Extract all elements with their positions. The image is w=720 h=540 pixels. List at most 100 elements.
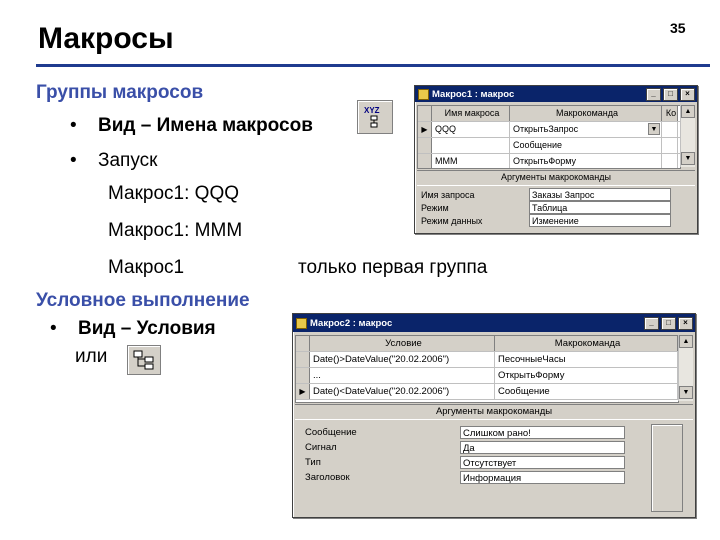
macro1-header-row: Имя макроса Макрокоманда Ко xyxy=(418,106,680,122)
bullet-view-names-text: Вид – Имена макросов xyxy=(98,115,313,136)
table-row[interactable]: ▶ Date()<DateValue("20.02.2006") Сообщен… xyxy=(296,384,678,400)
macro2-args-header: Аргументы макрокоманды xyxy=(295,404,693,420)
column-header-macro-name[interactable]: Имя макроса xyxy=(432,106,510,121)
macro-window-icon xyxy=(418,88,429,100)
row-selector xyxy=(296,336,310,351)
table-row[interactable]: ... ОткрытьФорму xyxy=(296,368,678,384)
table-row[interactable]: MMM ОткрытьФорму xyxy=(418,154,680,168)
arg-value-field[interactable]: Отсутствует xyxy=(460,456,625,469)
arg-label: Заголовок xyxy=(305,472,350,483)
row-selector xyxy=(418,106,432,121)
table-row[interactable]: Date()>DateValue("20.02.2006") ПесочныеЧ… xyxy=(296,352,678,368)
scroll-down-icon[interactable]: ▼ xyxy=(681,152,695,165)
arg-value-field[interactable]: Таблица xyxy=(529,201,671,214)
action-cell[interactable]: ОткрытьФорму xyxy=(495,368,678,383)
condition-cell[interactable]: ... xyxy=(310,368,495,383)
minimize-button[interactable]: _ xyxy=(644,317,659,330)
bullet-view-conditions: • Вид – Условия xyxy=(50,318,216,340)
comment-cell[interactable] xyxy=(662,122,678,137)
table-row[interactable]: ▶ QQQ ОткрытьЗапрос ▼ xyxy=(418,122,680,138)
arg-value-field[interactable]: Слишком рано! xyxy=(460,426,625,439)
bullet-dot: • xyxy=(70,150,77,171)
comment-cell[interactable] xyxy=(662,138,678,153)
action-cell[interactable]: Сообщение xyxy=(510,138,662,153)
column-header-action[interactable]: Макрокоманда xyxy=(510,106,662,121)
arg-row: Сигнал Да xyxy=(305,441,625,454)
macro-names-icon: XYZ xyxy=(357,100,393,134)
close-button[interactable]: × xyxy=(680,88,695,101)
condition-cell[interactable]: Date()<DateValue("20.02.2006") xyxy=(310,384,495,399)
title-rule xyxy=(36,64,710,67)
macro1-titlebar[interactable]: Макрос1 : макрос _ □ × xyxy=(415,86,697,102)
macro2-header-row: Условие Макрокоманда xyxy=(296,336,678,352)
help-panel xyxy=(651,424,683,512)
run-example-3-note: только первая группа xyxy=(298,257,488,278)
arg-row: Режим Таблица xyxy=(421,201,671,214)
row-selector-current-icon[interactable]: ▶ xyxy=(296,384,310,399)
arg-label: Режим xyxy=(421,202,449,213)
macro-name-cell[interactable]: MMM xyxy=(432,154,510,168)
macro1-args-header: Аргументы макрокоманды xyxy=(417,170,695,186)
run-example-3: Макрос1 xyxy=(108,257,185,278)
macro1-window: Макрос1 : макрос _ □ × Имя макроса Макро… xyxy=(414,85,698,234)
macro2-titlebar[interactable]: Макрос2 : макрос _ □ × xyxy=(293,314,695,332)
macro2-title: Макрос2 : макрос xyxy=(310,317,393,329)
bullet-dot: • xyxy=(50,318,57,339)
arg-row: Заголовок Информация xyxy=(305,471,625,484)
macro1-vertical-scrollbar[interactable]: ▲ ▼ xyxy=(680,105,695,167)
column-header-action[interactable]: Макрокоманда xyxy=(495,336,678,351)
column-header-condition[interactable]: Условие xyxy=(310,336,495,351)
row-selector-current-icon[interactable]: ▶ xyxy=(418,122,432,137)
action-cell[interactable]: Сообщение xyxy=(495,384,678,399)
dropdown-arrow-icon[interactable]: ▼ xyxy=(648,123,660,135)
arg-label: Тип xyxy=(305,457,321,468)
arg-label: Имя запроса xyxy=(421,189,475,200)
bullet-dot: • xyxy=(70,115,77,136)
macro2-vertical-scrollbar[interactable]: ▲ ▼ xyxy=(678,335,693,401)
scroll-down-icon[interactable]: ▼ xyxy=(679,386,693,399)
table-row[interactable]: Сообщение xyxy=(418,138,680,154)
arg-value-field[interactable]: Изменение xyxy=(529,214,671,227)
macro2-grid: Условие Макрокоманда Date()>DateValue("2… xyxy=(295,335,679,403)
arg-value-field[interactable]: Информация xyxy=(460,471,625,484)
macro2-window: Макрос2 : макрос _ □ × Условие Макрокома… xyxy=(292,313,696,518)
bullet-run: • Запуск xyxy=(70,150,157,172)
page-number: 35 xyxy=(670,20,686,36)
section-heading-conditional: Условное выполнение xyxy=(36,290,250,311)
or-text: или xyxy=(75,346,108,367)
arg-row: Сообщение Слишком рано! xyxy=(305,426,625,439)
macro-name-cell[interactable] xyxy=(432,138,510,153)
column-header-comment[interactable]: Ко xyxy=(662,106,678,121)
arg-label: Сигнал xyxy=(305,442,337,453)
minimize-button[interactable]: _ xyxy=(646,88,661,101)
section-heading-groups: Группы макросов xyxy=(36,82,204,103)
action-cell[interactable]: ОткрытьФорму xyxy=(510,154,662,168)
row-selector[interactable] xyxy=(418,138,432,153)
row-selector[interactable] xyxy=(418,154,432,168)
scroll-up-icon[interactable]: ▲ xyxy=(679,335,693,348)
condition-cell[interactable]: Date()>DateValue("20.02.2006") xyxy=(310,352,495,367)
svg-text:XYZ: XYZ xyxy=(364,106,380,115)
arg-row: Имя запроса Заказы Запрос xyxy=(421,188,671,201)
arg-label: Режим данных xyxy=(421,215,483,226)
arg-label: Сообщение xyxy=(305,427,357,438)
action-cell-text: ОткрытьЗапрос xyxy=(513,124,579,134)
arg-value-field[interactable]: Да xyxy=(460,441,625,454)
action-cell[interactable]: ПесочныеЧасы xyxy=(495,352,678,367)
bullet-view-conditions-text: Вид – Условия xyxy=(78,318,216,339)
maximize-button[interactable]: □ xyxy=(661,317,676,330)
macro-name-cell[interactable]: QQQ xyxy=(432,122,510,137)
action-cell[interactable]: ОткрытьЗапрос ▼ xyxy=(510,122,662,137)
row-selector[interactable] xyxy=(296,352,310,367)
conditions-icon xyxy=(127,345,161,375)
close-button[interactable]: × xyxy=(678,317,693,330)
arg-row: Тип Отсутствует xyxy=(305,456,625,469)
macro1-grid: Имя макроса Макрокоманда Ко ▶ QQQ Открыт… xyxy=(417,105,681,169)
maximize-button[interactable]: □ xyxy=(663,88,678,101)
arg-value-field[interactable]: Заказы Запрос xyxy=(529,188,671,201)
comment-cell[interactable] xyxy=(662,154,678,168)
slide-title: Макросы xyxy=(38,22,174,55)
row-selector[interactable] xyxy=(296,368,310,383)
bullet-view-names: • Вид – Имена макросов xyxy=(70,115,313,137)
scroll-up-icon[interactable]: ▲ xyxy=(681,105,695,118)
